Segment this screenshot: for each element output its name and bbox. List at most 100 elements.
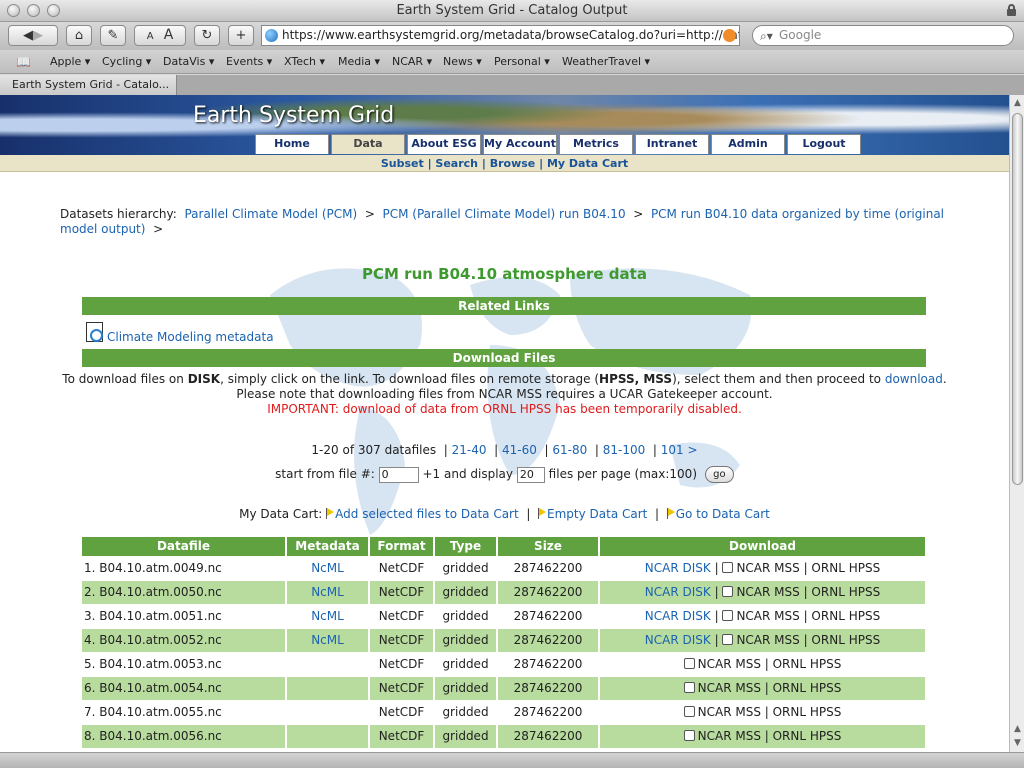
nav-metrics[interactable]: Metrics (559, 134, 633, 154)
datafile-name: 6. B04.10.atm.0054.nc (82, 675, 287, 700)
text-larger-label[interactable]: A (164, 27, 174, 43)
bookmark-weathertravel[interactable]: WeatherTravel ▾ (562, 50, 650, 74)
ncar-disk-link[interactable]: NCAR DISK (645, 609, 711, 623)
breadcrumb-separator: > (153, 222, 164, 236)
subnav-browse[interactable]: Browse (490, 157, 536, 170)
scroll-thumb[interactable] (1012, 113, 1023, 485)
bookmark-cycling[interactable]: Cycling ▾ (102, 50, 151, 74)
reload-button[interactable]: ↻ (194, 25, 220, 46)
breadcrumb-prefix: Datasets hierarchy: (60, 207, 177, 221)
bookmark-datavis[interactable]: DataVis ▾ (163, 50, 214, 74)
go-to-cart-link[interactable]: Go to Data Cart (676, 507, 770, 521)
select-file-checkbox[interactable] (722, 586, 734, 597)
climate-metadata-link[interactable]: Climate Modeling metadata (107, 330, 274, 344)
ncml-link[interactable]: NcML (286, 627, 370, 652)
ncml-link[interactable]: NcML (286, 555, 370, 580)
add-to-cart-link[interactable]: Add selected files to Data Cart (335, 507, 519, 521)
ncml-link[interactable]: NcML (286, 603, 370, 628)
text-size-button[interactable]: A A (134, 25, 186, 46)
back-forward-button[interactable]: ◀▶ (8, 25, 58, 46)
scroll-up-icon[interactable]: ▲ (1012, 97, 1023, 109)
home-button[interactable]: ⌂ (66, 25, 92, 46)
type-cell: gridded (434, 603, 498, 628)
go-button[interactable]: go (704, 466, 734, 483)
breadcrumb-separator: > (364, 207, 375, 221)
search-icon[interactable]: ⌕▾ (760, 27, 773, 46)
page-link-61-80[interactable]: 61-80 (552, 443, 587, 457)
minimize-window-button[interactable] (27, 4, 40, 17)
select-file-checkbox[interactable] (722, 634, 734, 645)
window-titlebar: Earth System Grid - Catalog Output (0, 0, 1024, 22)
scroll-up-icon[interactable]: ▲ (1012, 723, 1023, 735)
vertical-scrollbar[interactable]: ▲ ▲ ▼ (1009, 95, 1024, 752)
bookmark-events[interactable]: Events ▾ (226, 50, 272, 74)
breadcrumb-item-pcm[interactable]: Parallel Climate Model (PCM) (184, 207, 357, 221)
nav-admin[interactable]: Admin (711, 134, 785, 154)
scroll-down-icon[interactable]: ▼ (1012, 737, 1023, 749)
nav-logout[interactable]: Logout (787, 134, 861, 154)
download-cell: NCAR DISK | NCAR MSS | ORNL HPSS (599, 603, 927, 628)
page-title: PCM run B04.10 atmosphere data (362, 265, 647, 283)
nav-data[interactable]: Data (331, 134, 405, 154)
page-link-81-100[interactable]: 81-100 (603, 443, 646, 457)
bookmark-news[interactable]: News ▾ (443, 50, 482, 74)
text-smaller-label[interactable]: A (147, 31, 154, 42)
breadcrumb-item-run[interactable]: PCM (Parallel Climate Model) run B04.10 (383, 207, 626, 221)
edit-button[interactable]: ✎ (100, 25, 126, 46)
select-file-checkbox[interactable] (683, 658, 695, 669)
ncar-disk-link[interactable]: NCAR DISK (645, 561, 711, 575)
nav-about-esg[interactable]: About ESG (407, 134, 481, 154)
search-placeholder[interactable]: Google (779, 28, 821, 42)
select-file-checkbox[interactable] (683, 682, 695, 693)
format-cell: NetCDF (369, 555, 435, 580)
format-cell: NetCDF (369, 579, 435, 604)
address-bar[interactable]: https://www.earthsystemgrid.org/metadata… (261, 25, 740, 46)
size-cell: 287462200 (497, 675, 600, 700)
bookmarks-book-icon[interactable]: 📖 (16, 56, 31, 68)
nav-home[interactable]: Home (255, 134, 329, 154)
ncml-link[interactable]: NcML (286, 579, 370, 604)
search-field[interactable]: ⌕▾ Google (752, 25, 1014, 46)
back-arrow-icon[interactable]: ◀ (23, 28, 33, 43)
bookmark-personal[interactable]: Personal ▾ (494, 50, 550, 74)
select-file-checkbox[interactable] (722, 610, 734, 621)
remote-storage-label: NCAR MSS | ORNL HPSS (697, 657, 842, 671)
metadata-document-icon[interactable] (86, 322, 103, 342)
subnav-my-data-cart[interactable]: My Data Cart (547, 157, 628, 170)
forward-arrow-icon[interactable]: ▶ (33, 28, 43, 43)
page-link-next[interactable]: 101 > (661, 443, 698, 457)
page-link-21-40[interactable]: 21-40 (452, 443, 487, 457)
start-file-input[interactable]: 0 (378, 466, 419, 483)
add-bookmark-button[interactable]: + (228, 25, 254, 46)
remote-storage-label: NCAR MSS | ORNL HPSS (697, 681, 842, 695)
subnav-subset[interactable]: Subset (381, 157, 424, 170)
table-row: 6. B04.10.atm.0054.nc NetCDF gridded 287… (82, 675, 927, 700)
nav-my-account[interactable]: My Account (483, 134, 557, 154)
close-window-button[interactable] (7, 4, 20, 17)
bookmark-apple[interactable]: Apple ▾ (50, 50, 90, 74)
tab-bar: Earth System Grid - Catalo... (0, 75, 1024, 95)
download-link[interactable]: download (885, 372, 943, 386)
nav-intranet[interactable]: Intranet (635, 134, 709, 154)
per-page-input[interactable]: 20 (516, 466, 545, 483)
select-file-checkbox[interactable] (683, 730, 695, 742)
zoom-window-button[interactable] (47, 4, 60, 17)
download-cell: NCAR MSS | ORNL HPSS (599, 723, 927, 748)
table-row: 5. B04.10.atm.0053.nc NetCDF gridded 287… (82, 651, 927, 676)
bookmark-ncar[interactable]: NCAR ▾ (392, 50, 432, 74)
subnav-search[interactable]: Search (435, 157, 478, 170)
ncar-disk-link[interactable]: NCAR DISK (645, 585, 711, 599)
start-file-label: start from file #: (275, 467, 375, 481)
flag-icon (326, 508, 335, 519)
ncar-disk-link[interactable]: NCAR DISK (645, 633, 711, 647)
bookmark-media[interactable]: Media ▾ (338, 50, 380, 74)
select-file-checkbox[interactable] (683, 706, 695, 717)
page-link-41-60[interactable]: 41-60 (502, 443, 537, 457)
instruction-text: , simply click on the link. To download … (220, 372, 600, 386)
rss-icon[interactable] (723, 29, 736, 42)
select-file-checkbox[interactable] (722, 562, 734, 573)
address-url[interactable]: https://www.earthsystemgrid.org/metadata… (282, 28, 739, 42)
empty-cart-link[interactable]: Empty Data Cart (547, 507, 647, 521)
bookmark-xtech[interactable]: XTech ▾ (284, 50, 325, 74)
tab-earth-system-grid[interactable]: Earth System Grid - Catalo... (0, 75, 177, 95)
